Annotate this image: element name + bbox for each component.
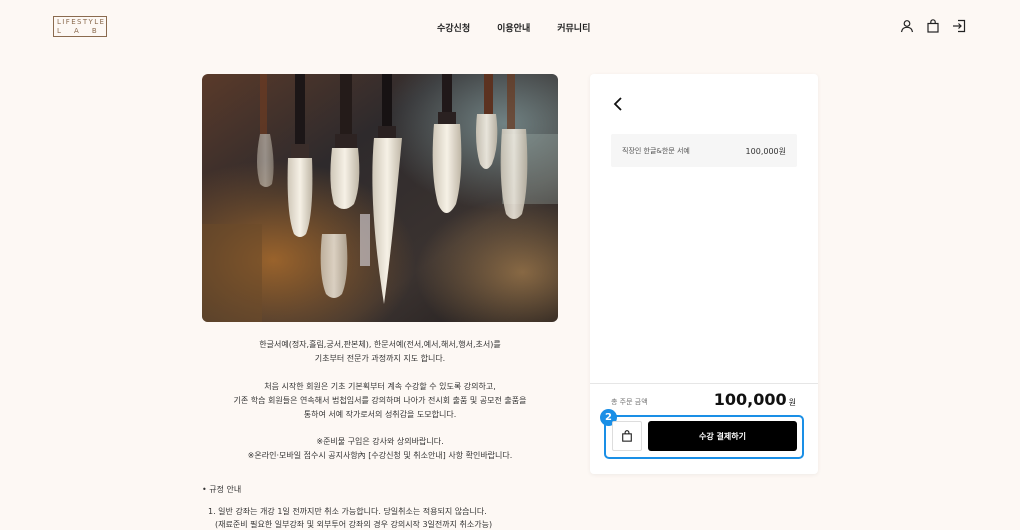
total-amount-unit: 원 [788, 398, 796, 407]
chevron-left-icon[interactable] [612, 96, 626, 112]
nav-item-community[interactable]: 커뮤니티 [557, 21, 590, 34]
logo-bottom-text: LAB [57, 27, 110, 35]
order-item: 직장인 한글&한문 서예 100,000원 [611, 134, 797, 167]
course-image [202, 74, 558, 322]
user-icon[interactable] [900, 19, 914, 33]
main-nav: 수강신청 이용안내 커뮤니티 [437, 21, 590, 34]
header: LIFESTYLE LAB 수강신청 이용안내 커뮤니티 [0, 0, 1020, 54]
rules-line: (재료준비 필요한 일부강좌 및 외부투어 강좌의 경우 강의시작 3일전까지 … [215, 520, 493, 529]
description-paragraph: ※준비물 구입은 강사와 상의바랍니다. ※온라인·모바일 접수시 공지사항內 … [202, 435, 558, 463]
course-description: 한글서예(정자,흘림,궁서,판본체), 한문서예(전서,예서,해서,행서,초서)… [202, 338, 558, 477]
calligraphy-brushes-image [202, 74, 558, 322]
total-label: 총 주문 금액 [611, 398, 648, 406]
description-paragraph: 처음 시작한 회원은 기초 기본획부터 계속 수강할 수 있도록 강의하고, 기… [202, 380, 558, 422]
total-amount-value: 100,000 [713, 390, 787, 409]
description-line: 기존 학습 회원들은 연속해서 법첩임서를 강의하며 나아가 전시회 출품 및 … [233, 395, 527, 405]
description-line: 한글서예(정자,흘림,궁서,판본체), 한문서예(전서,예서,해서,행서,초서)… [259, 340, 501, 349]
description-line: ※준비물 구입은 강사와 상의바랍니다. [316, 437, 444, 446]
description-line: 처음 시작한 회원은 기초 기본획부터 계속 수강할 수 있도록 강의하고, [264, 381, 496, 391]
total-amount: 100,000 원 [714, 390, 796, 409]
divider [590, 383, 818, 384]
rules-title: • 규정 안내 [202, 485, 242, 494]
login-icon[interactable] [952, 19, 966, 33]
description-line: 기초부터 전문가 과정까지 지도 합니다. [314, 354, 446, 363]
order-item-name: 직장인 한글&한문 서예 [622, 147, 690, 155]
rules-section: • 규정 안내 1. 일반 강좌는 개강 1일 전까지만 취소 가능합니다. 당… [202, 483, 582, 530]
logo-top-text: LIFESTYLE [57, 18, 106, 26]
pay-button[interactable]: 수강 결제하기 [648, 421, 797, 451]
nav-item-course-registration[interactable]: 수강신청 [437, 21, 470, 34]
description-line: ※온라인·모바일 접수시 공지사항內 [수강신청 및 취소안내] 사항 확인바랍… [247, 451, 513, 460]
order-panel: 직장인 한글&한문 서예 100,000원 총 주문 금액 100,000 원 2… [590, 74, 818, 474]
rules-line: 1. 일반 강좌는 개강 1일 전까지만 취소 가능합니다. 당일취소는 적용되… [208, 507, 487, 516]
bag-icon [622, 430, 632, 442]
bag-icon[interactable] [926, 19, 940, 33]
nav-item-usage-guide[interactable]: 이용안내 [497, 21, 530, 34]
logo[interactable]: LIFESTYLE LAB [53, 16, 107, 37]
add-to-cart-button[interactable] [612, 421, 642, 451]
description-paragraph: 한글서예(정자,흘림,궁서,판본체), 한문서예(전서,예서,해서,행서,초서)… [202, 338, 558, 366]
description-line: 통하여 서예 작가로서의 성취감을 도모합니다. [303, 409, 457, 419]
order-item-price: 100,000원 [745, 147, 786, 156]
